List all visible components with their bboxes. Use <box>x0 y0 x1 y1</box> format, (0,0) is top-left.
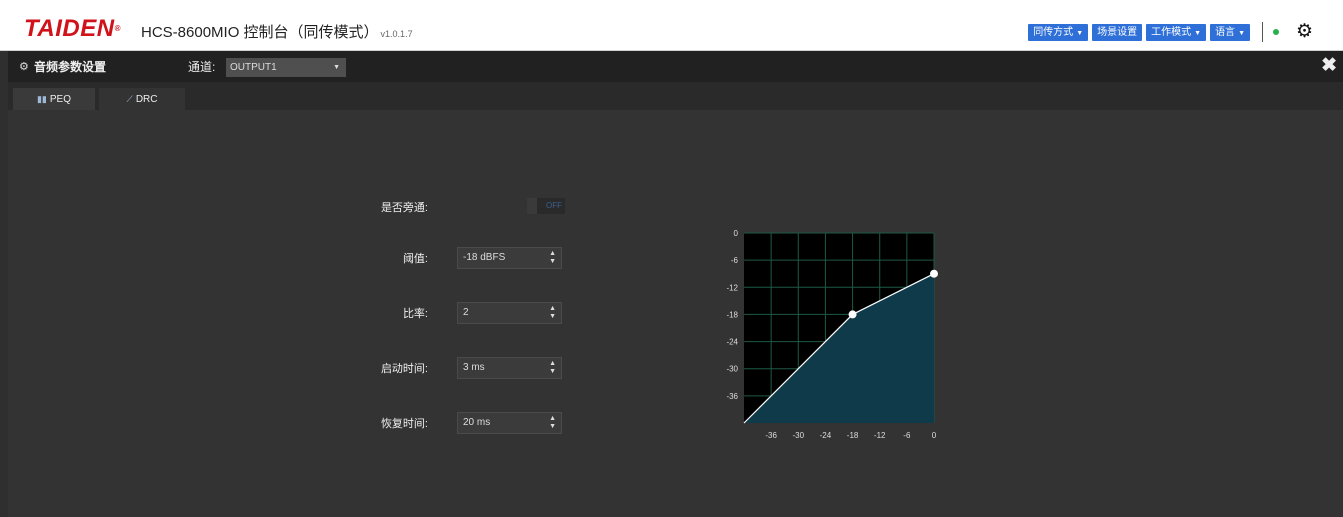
x-tick-label: 0 <box>932 431 937 440</box>
release-stepper[interactable]: 20 ms ▲ ▼ <box>457 412 562 434</box>
bypass-toggle[interactable]: OFF <box>527 198 565 214</box>
attack-stepper[interactable]: 3 ms ▲ ▼ <box>457 357 562 379</box>
curve-handle-point[interactable] <box>930 269 938 278</box>
x-tick-label: -6 <box>903 431 911 440</box>
x-tick-label: -12 <box>874 431 886 440</box>
connection-status-icon <box>1273 29 1279 35</box>
y-tick-label: -6 <box>731 256 739 265</box>
spinner-arrows-icon[interactable]: ▲ ▼ <box>549 305 556 321</box>
x-tick-label: -30 <box>793 431 805 440</box>
top-bar: TAIDEN® HCS-8600MIO 控制台（同传模式） v1.0.1.7 同传… <box>0 0 1343 51</box>
toggle-state: OFF <box>546 201 562 210</box>
toolbar-buttons: 同传方式 ▼ 场景设置 工作模式 ▼ 语言 ▼ <box>1028 24 1250 41</box>
spinner-arrows-icon[interactable]: ▲ ▼ <box>549 415 556 431</box>
tab-bar: ▮▮ PEQ ⟋ DRC <box>8 82 1343 110</box>
settings-icon: ⚙ <box>19 61 29 73</box>
y-tick-label: -12 <box>726 283 738 292</box>
toggle-knob <box>527 198 537 214</box>
x-tick-label: -18 <box>847 431 859 440</box>
tab-peq[interactable]: ▮▮ PEQ <box>13 88 95 110</box>
chevron-down-icon: ▼ <box>333 64 340 71</box>
attack-label: 启动时间: <box>380 363 428 375</box>
toolbar-divider <box>1262 22 1263 42</box>
x-tick-label: -36 <box>765 431 777 440</box>
interpretation-mode-button[interactable]: 同传方式 ▼ <box>1028 24 1089 41</box>
channel-label: 通道: <box>188 60 216 74</box>
channel-select[interactable]: OUTPUT1 ▼ <box>226 58 346 77</box>
y-tick-label: -18 <box>726 310 738 319</box>
tab-drc[interactable]: ⟋ DRC <box>99 88 185 110</box>
taiden-logo: TAIDEN® <box>24 15 121 42</box>
release-label: 恢复时间: <box>380 418 428 430</box>
language-button[interactable]: 语言 ▼ <box>1210 24 1250 41</box>
ratio-stepper[interactable]: 2 ▲ ▼ <box>457 302 562 324</box>
y-tick-label: 0 <box>734 229 739 238</box>
threshold-label: 阈值: <box>402 253 428 265</box>
panel-title: 音频参数设置 <box>34 60 107 74</box>
chevron-down-icon: ▼ <box>1076 30 1084 37</box>
gear-icon[interactable]: ⚙ <box>1296 22 1313 42</box>
panel-header: ⚙ 音频参数设置 通道: OUTPUT1 ▼ ✖ <box>8 51 1343 82</box>
line-chart-icon: ⟋ <box>126 94 133 104</box>
chevron-down-icon: ▼ <box>1194 30 1202 37</box>
y-tick-label: -24 <box>726 338 738 347</box>
spinner-arrows-icon[interactable]: ▲ ▼ <box>549 360 556 376</box>
scene-settings-button[interactable]: 场景设置 <box>1092 24 1143 41</box>
work-mode-button[interactable]: 工作模式 ▼ <box>1146 24 1207 41</box>
audio-settings-panel: ⚙ 音频参数设置 通道: OUTPUT1 ▼ ✖ ▮▮ PEQ ⟋ DRC 是否旁通:… <box>8 51 1343 517</box>
spinner-arrows-icon[interactable]: ▲ ▼ <box>549 250 556 266</box>
bypass-label: 是否旁通: <box>380 202 428 214</box>
app-version: v1.0.1.7 <box>380 29 413 39</box>
ratio-label: 比率: <box>402 308 428 320</box>
chevron-down-icon: ▼ <box>1238 30 1245 37</box>
threshold-stepper[interactable]: -18 dBFS ▲ ▼ <box>457 247 562 269</box>
y-tick-label: -30 <box>726 365 738 374</box>
app-title: HCS-8600MIO 控制台（同传模式） v1.0.1.7 <box>141 24 413 41</box>
bar-chart-icon: ▮▮ <box>36 94 47 104</box>
curve-handle-point[interactable] <box>848 310 857 319</box>
drc-curve-chart[interactable]: -36 -30 -24 -18 -12 -6 0 0 -6 -12 -18 -24 -30 -36 <box>718 226 948 446</box>
y-tick-label: -36 <box>726 392 738 401</box>
x-tick-label: -24 <box>820 431 832 440</box>
close-icon[interactable]: ✖ <box>1321 56 1337 76</box>
